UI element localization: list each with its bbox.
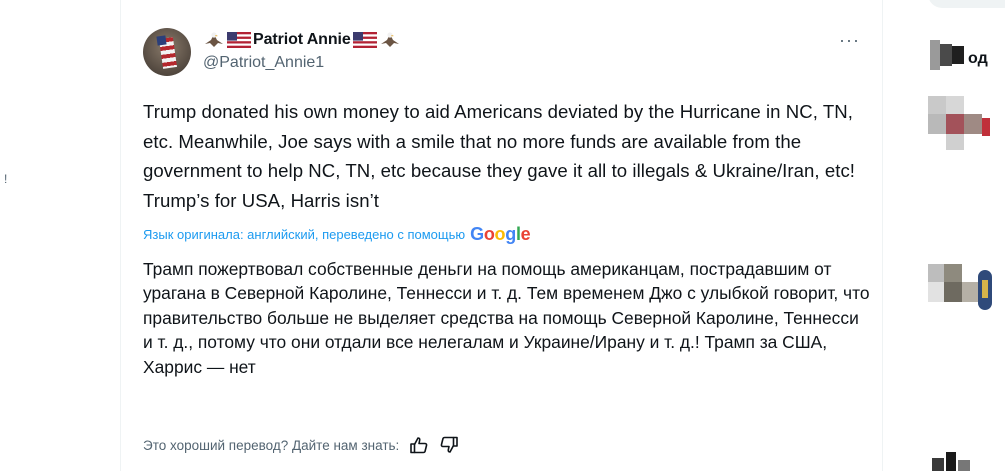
thumbs-up-icon[interactable] bbox=[409, 436, 429, 454]
thumbs-down-icon[interactable] bbox=[439, 436, 459, 454]
right-sidebar: од bbox=[884, 0, 1005, 471]
us-flag-icon bbox=[352, 32, 377, 48]
author-handle[interactable]: @Patriot_Annie1 bbox=[203, 54, 324, 72]
eagle-icon bbox=[379, 30, 401, 50]
blurred-avatar[interactable] bbox=[922, 264, 992, 320]
eagle-icon bbox=[203, 30, 225, 50]
gutter-mark: ! bbox=[4, 172, 8, 186]
more-icon[interactable]: ··· bbox=[839, 30, 860, 51]
avatar-flag-canton bbox=[156, 35, 167, 46]
us-flag-icon bbox=[227, 32, 251, 48]
display-name[interactable]: Patriot Annie bbox=[253, 31, 351, 49]
tweet-text-original: Trump donated his own money to aid Ameri… bbox=[143, 101, 856, 211]
feedback-prompt: Это хороший перевод? Дайте нам знать: bbox=[143, 437, 400, 453]
blurred-avatar[interactable] bbox=[932, 452, 972, 471]
search-input[interactable] bbox=[928, 0, 1005, 8]
avatar[interactable] bbox=[143, 28, 191, 76]
translation-note-text: Язык оригинала: английский, переведено с… bbox=[143, 227, 466, 242]
translation-feedback: Это хороший перевод? Дайте нам знать: bbox=[143, 436, 459, 454]
google-logo: Google bbox=[470, 224, 531, 244]
blurred-avatar[interactable] bbox=[930, 40, 964, 70]
tweet-text-translated: Трамп пожертвовал собственные деньги на … bbox=[143, 259, 870, 377]
author-name-row[interactable]: Patriot Annie bbox=[203, 30, 401, 50]
tweet[interactable]: Patriot Annie @Patriot_Annie1 ··· Trump … bbox=[120, 0, 883, 471]
translation-note[interactable]: Язык оригинала: английский, переведено с… bbox=[143, 224, 531, 245]
clipped-label: од bbox=[968, 50, 988, 67]
blurred-avatar[interactable] bbox=[922, 96, 990, 152]
left-gutter: ! bbox=[0, 0, 120, 471]
